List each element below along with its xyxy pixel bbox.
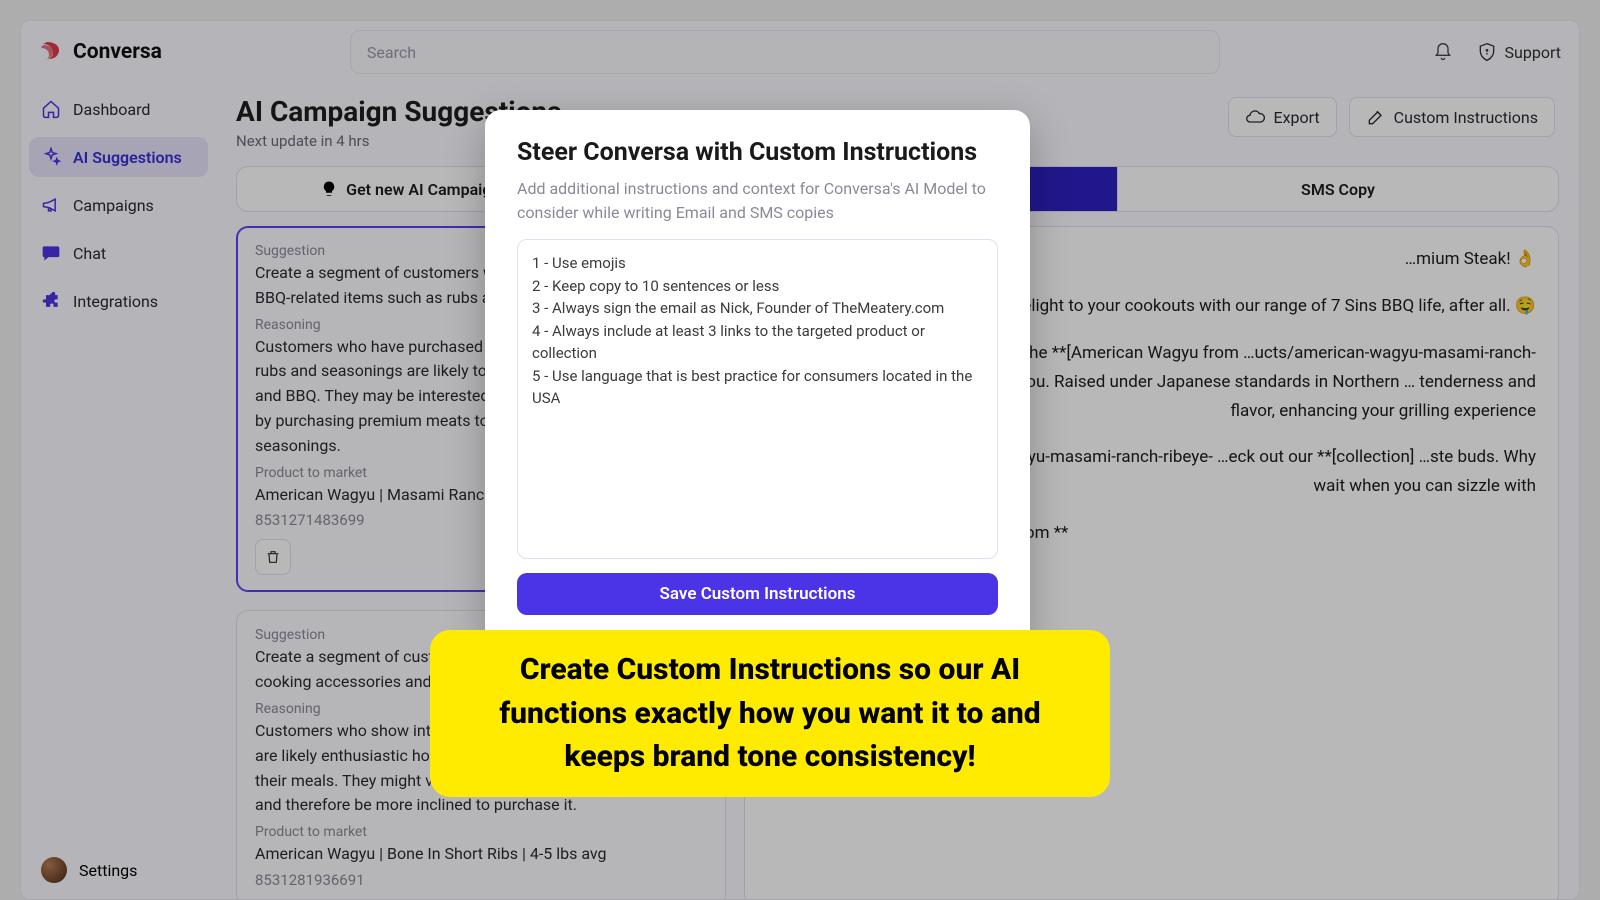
modal-description: Add additional instructions and context … (517, 177, 998, 225)
save-custom-instructions-button[interactable]: Save Custom Instructions (517, 573, 998, 615)
custom-instructions-textarea[interactable] (517, 239, 998, 559)
custom-instructions-modal: Steer Conversa with Custom Instructions … (485, 110, 1030, 645)
promo-callout: Create Custom Instructions so our AI fun… (430, 630, 1110, 797)
modal-title: Steer Conversa with Custom Instructions (517, 138, 998, 167)
